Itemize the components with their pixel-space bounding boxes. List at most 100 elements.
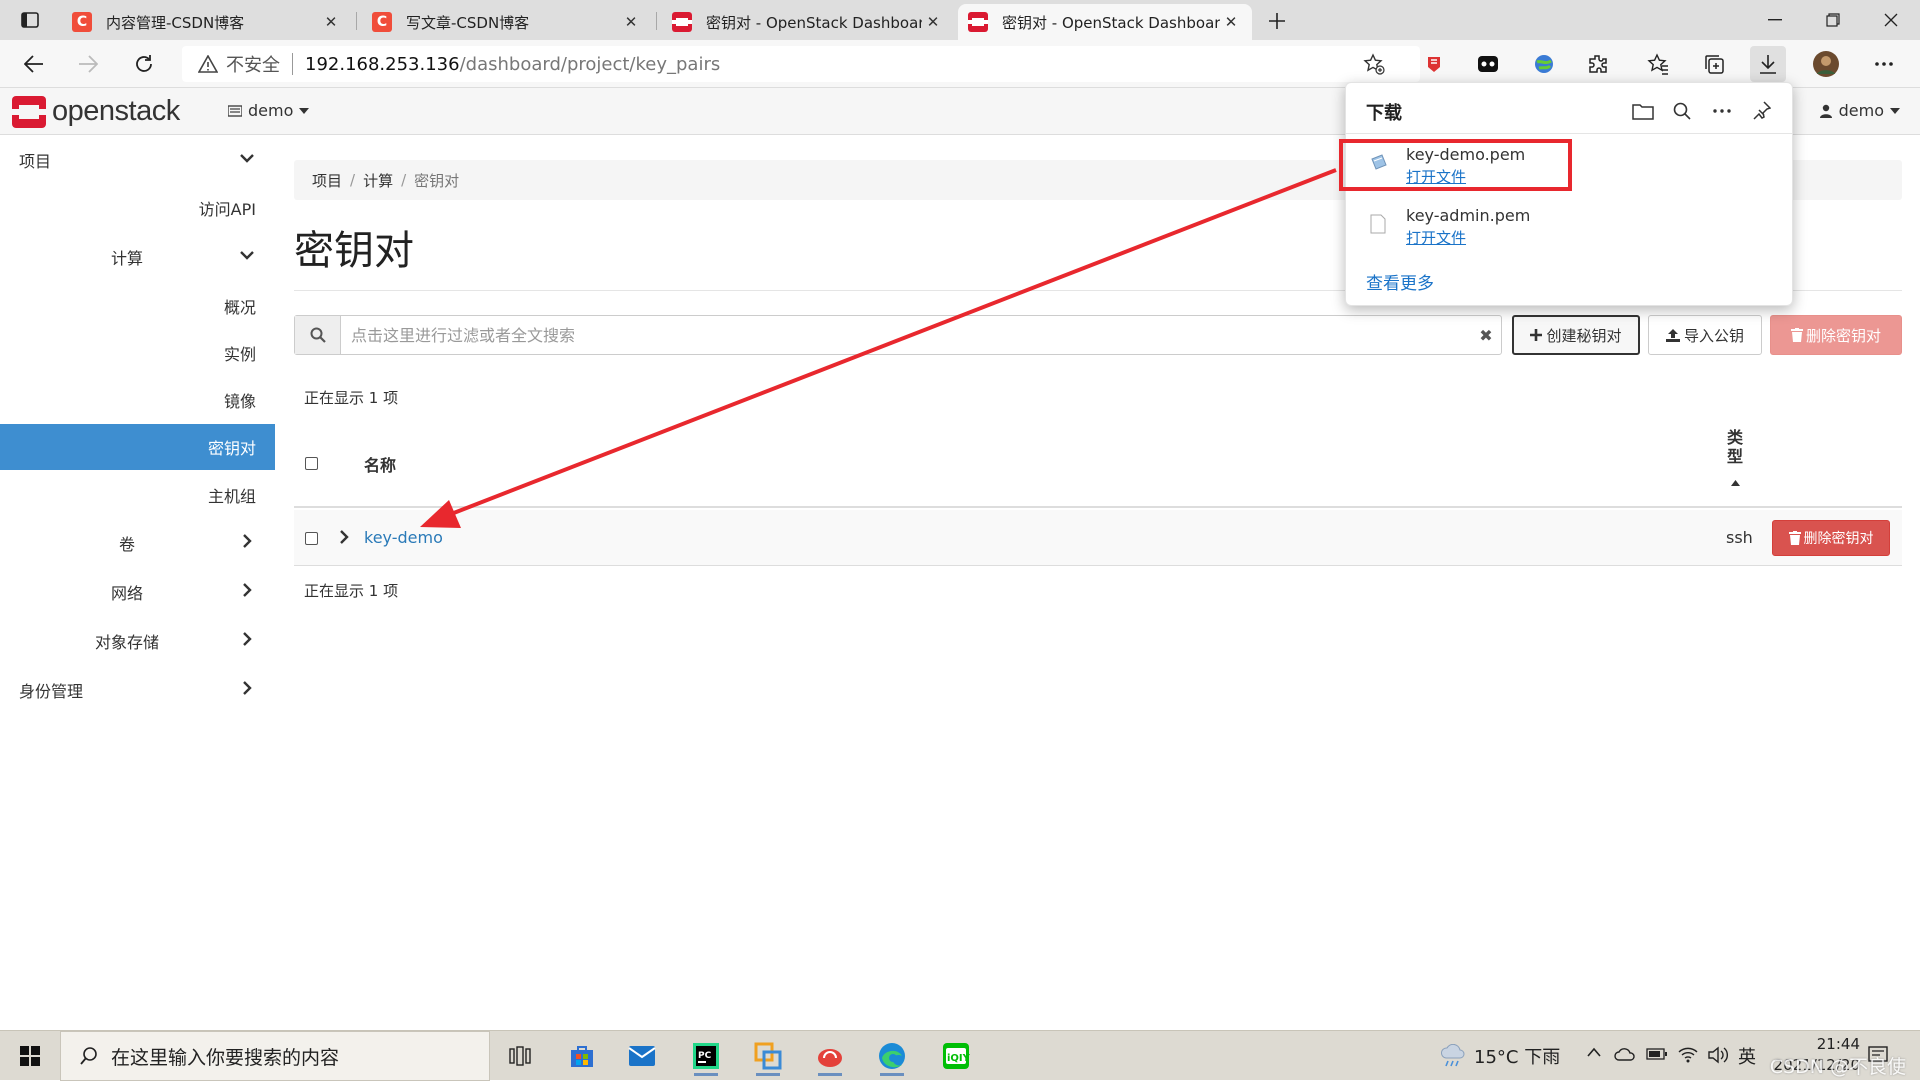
vmware-app-icon[interactable] (746, 1036, 790, 1076)
select-all-checkbox[interactable] (305, 457, 318, 470)
page-title: 密钥对 (294, 228, 414, 274)
clear-icon[interactable]: ✖ (1471, 326, 1501, 345)
project-name: demo (248, 101, 294, 120)
chevron-right-icon (243, 534, 252, 548)
avatar[interactable] (1808, 46, 1844, 82)
sidebar-item-server-groups[interactable]: 主机组 (0, 472, 275, 518)
maximize-button[interactable] (1804, 0, 1862, 40)
openstack-icon (968, 12, 988, 32)
download-item[interactable]: key-admin.pem 打开文件 (1366, 204, 1666, 252)
open-file-link[interactable]: 打开文件 (1406, 227, 1466, 248)
filter-input[interactable] (341, 316, 1471, 354)
chevron-up-icon[interactable] (1586, 1046, 1602, 1058)
sidebar-item-api-access[interactable]: 访问API (0, 185, 275, 231)
key-pair-name-link[interactable]: key-demo (364, 528, 443, 547)
close-icon[interactable]: ✕ (320, 11, 342, 33)
input-method-indicator[interactable]: 英 (1738, 1043, 1756, 1069)
favorites-icon[interactable] (1640, 46, 1676, 82)
url-path: /dashboard/project/key_pairs (459, 53, 721, 75)
highlight-annotation (1339, 139, 1572, 191)
key-pair-type: ssh (1726, 528, 1753, 547)
task-view-icon[interactable] (498, 1036, 542, 1076)
user-menu[interactable]: demo (1819, 101, 1900, 120)
iqiyi-app-icon[interactable]: iQIY (934, 1036, 978, 1076)
sidebar-item-object-store[interactable]: 对象存储 (0, 618, 275, 664)
downloads-icon[interactable] (1750, 46, 1786, 82)
sidebar-item-instances[interactable]: 实例 (0, 330, 275, 376)
new-tab-button[interactable] (1262, 6, 1292, 36)
sidebar-item-project[interactable]: 项目 (0, 137, 275, 183)
button-label: 删除密钥对 (1805, 326, 1881, 345)
back-button[interactable] (16, 46, 52, 82)
minimize-button[interactable] (1746, 0, 1804, 40)
open-folder-icon[interactable] (1627, 95, 1659, 127)
openstack-logo[interactable]: openstack (12, 95, 180, 128)
close-icon[interactable]: ✕ (620, 11, 642, 33)
sidebar-item-network[interactable]: 网络 (0, 569, 275, 615)
weather-widget[interactable]: 15°C 下雨 (1440, 1031, 1560, 1081)
refresh-button[interactable] (126, 46, 162, 82)
column-header-type[interactable]: 类型 (1726, 428, 1744, 466)
tab-actions-icon[interactable] (10, 0, 50, 40)
sidebar-item-key-pairs[interactable]: 密钥对 (0, 424, 275, 470)
chevron-right-icon[interactable] (338, 530, 350, 544)
more-options-icon[interactable] (1706, 95, 1738, 127)
tab-csdn-write[interactable]: C 写文章-CSDN博客 ✕ (362, 4, 652, 40)
project-selector[interactable]: demo (228, 101, 310, 120)
more-options-icon[interactable] (1866, 46, 1902, 82)
close-icon[interactable]: ✕ (922, 11, 944, 33)
store-app-icon[interactable] (560, 1036, 604, 1076)
wifi-icon[interactable] (1678, 1045, 1698, 1063)
snail-app-icon[interactable] (808, 1036, 852, 1076)
row-checkbox[interactable] (305, 532, 318, 545)
delete-key-pairs-button[interactable]: 删除密钥对 (1770, 315, 1902, 355)
tab-csdn-content[interactable]: C 内容管理-CSDN博客 ✕ (62, 4, 352, 40)
table-row: key-demo ssh (294, 510, 1902, 566)
delete-key-pair-row-button[interactable]: 删除密钥对 (1772, 520, 1890, 556)
address-bar[interactable]: 不安全 192.168.253.136/dashboard/project/ke… (182, 46, 1420, 82)
onedrive-icon[interactable] (1614, 1047, 1636, 1061)
taskbar-search-box[interactable]: 在这里输入你要搜索的内容 (60, 1031, 490, 1081)
battery-icon[interactable] (1646, 1048, 1668, 1060)
sidebar-item-compute[interactable]: 计算 (0, 234, 275, 280)
edge-app-icon[interactable] (870, 1036, 914, 1076)
extension-game-icon[interactable] (1470, 46, 1506, 82)
pin-icon[interactable] (1746, 95, 1778, 127)
sidebar-item-images[interactable]: 镜像 (0, 377, 275, 423)
sidebar-item-label: 概况 (223, 298, 256, 317)
search-icon (295, 316, 341, 354)
user-name: demo (1838, 101, 1884, 120)
sidebar-item-overview[interactable]: 概况 (0, 283, 275, 329)
collections-icon[interactable] (1696, 46, 1732, 82)
tab-separator (656, 12, 657, 30)
see-more-link[interactable]: 查看更多 (1366, 269, 1434, 294)
search-icon[interactable] (1666, 95, 1698, 127)
breadcrumb-item[interactable]: 项目 (312, 170, 342, 191)
volume-icon[interactable] (1708, 1046, 1728, 1064)
chevron-right-icon (243, 632, 252, 646)
downloads-title: 下载 (1366, 103, 1402, 124)
extensions-icon[interactable] (1580, 46, 1616, 82)
column-header-name[interactable]: 名称 (364, 452, 396, 476)
extension-globe-icon[interactable] (1526, 46, 1562, 82)
url-text[interactable]: 192.168.253.136/dashboard/project/key_pa… (305, 54, 720, 75)
sort-ascending-icon[interactable] (1731, 480, 1740, 486)
sidebar-item-volumes[interactable]: 卷 (0, 520, 275, 566)
create-key-pair-button[interactable]: 创建秘钥对 (1512, 315, 1640, 355)
sidebar-item-label: 镜像 (223, 392, 256, 411)
tab-openstack-active[interactable]: 密钥对 - OpenStack Dashboard ✕ (958, 4, 1252, 40)
extension-red-icon[interactable] (1416, 46, 1452, 82)
import-public-key-button[interactable]: 导入公钥 (1648, 315, 1762, 355)
forward-button[interactable] (70, 46, 106, 82)
close-icon[interactable]: ✕ (1220, 11, 1242, 33)
chevron-right-icon (243, 681, 252, 695)
tab-openstack-1[interactable]: 密钥对 - OpenStack Dashboard ✕ (662, 4, 954, 40)
pycharm-app-icon[interactable]: PC (684, 1036, 728, 1076)
sidebar-item-identity[interactable]: 身份管理 (0, 667, 275, 713)
windows-start-icon[interactable] (0, 1031, 60, 1081)
add-favorite-icon[interactable] (1356, 46, 1392, 82)
security-indicator[interactable]: 不安全 (182, 51, 280, 77)
close-window-button[interactable] (1862, 0, 1920, 40)
mail-app-icon[interactable] (620, 1036, 664, 1076)
breadcrumb-item[interactable]: 计算 (363, 170, 393, 191)
